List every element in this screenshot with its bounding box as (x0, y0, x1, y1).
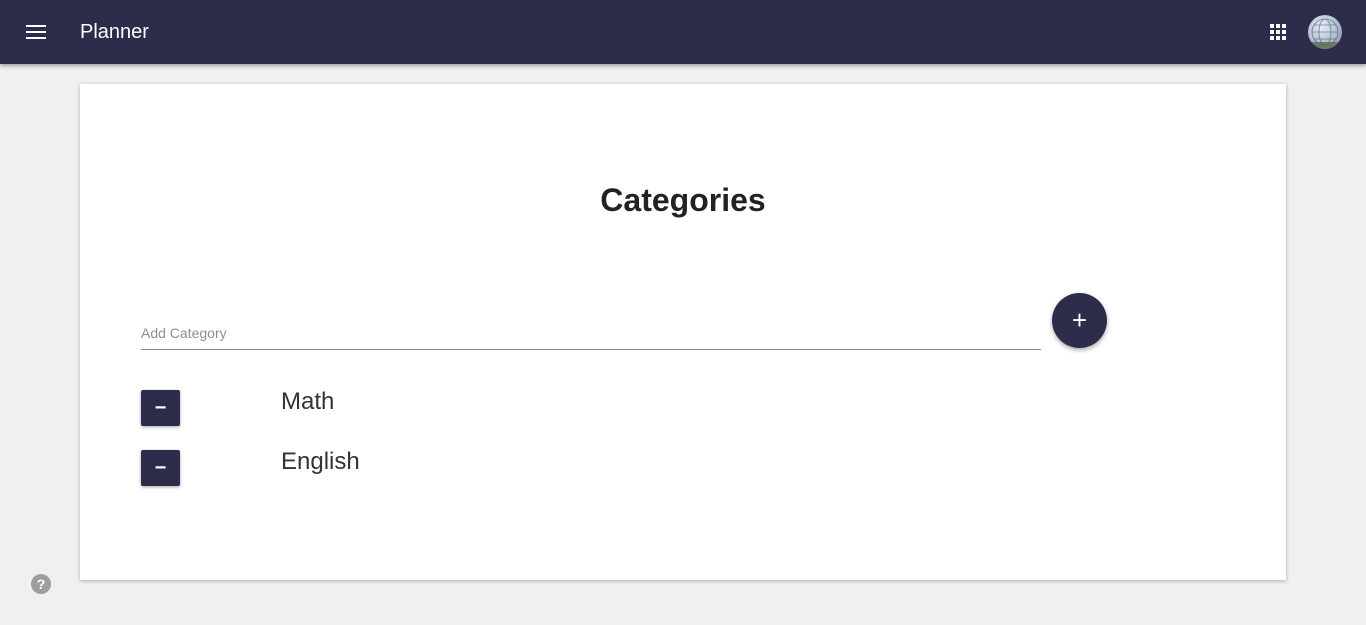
add-category-input[interactable] (141, 316, 1041, 349)
apps-grid-icon[interactable] (1266, 20, 1290, 44)
categories-card: Categories + − Math − English (80, 84, 1286, 580)
minus-icon: − (154, 456, 167, 479)
category-label: English (281, 448, 360, 475)
remove-category-button[interactable]: − (141, 390, 180, 426)
remove-category-button[interactable]: − (141, 450, 180, 486)
help-icon[interactable]: ? (31, 574, 51, 594)
app-title: Planner (80, 21, 149, 43)
category-row: − Math (141, 388, 1141, 426)
add-category-button[interactable]: + (1052, 293, 1107, 348)
plus-icon: + (1071, 305, 1088, 335)
minus-icon: − (154, 396, 167, 419)
category-label: Math (281, 388, 335, 415)
menu-icon[interactable] (18, 16, 54, 48)
add-category-field (141, 316, 1041, 350)
category-row: − English (141, 448, 1141, 486)
page-title: Categories (600, 182, 766, 218)
top-app-bar: Planner (0, 0, 1366, 64)
avatar[interactable] (1308, 15, 1342, 49)
